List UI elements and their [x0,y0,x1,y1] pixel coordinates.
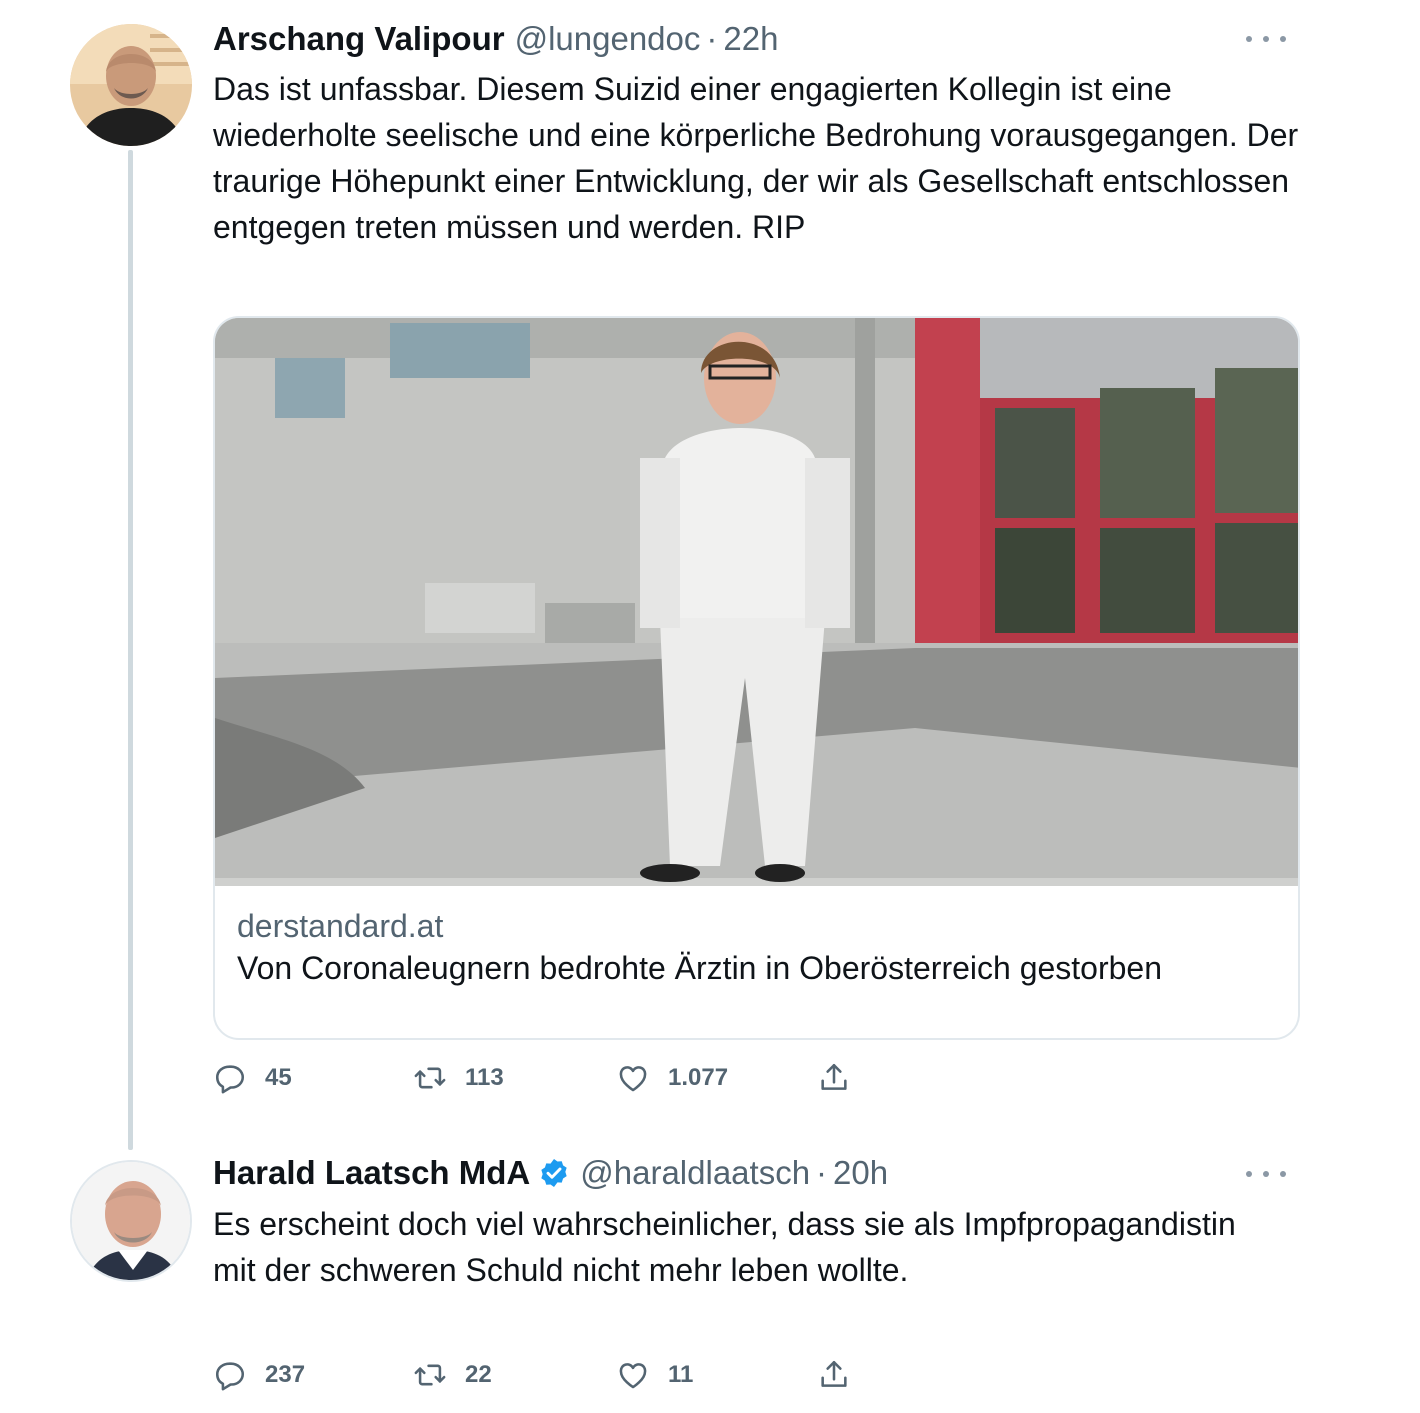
share-icon [821,1360,847,1387]
like-icon [619,1066,647,1092]
reply-count: 45 [265,1064,292,1091]
more-icon[interactable] [1246,1159,1286,1189]
retweet-icon [414,1364,446,1386]
card-title: Von Coronaleugnern bedrohte Ärztin in Ob… [237,950,1163,986]
tweet-text: Das ist unfassbar. Diesem Suizid einer e… [213,71,1299,245]
author-name[interactable]: Harald Laatsch MdA [213,1154,530,1192]
share-button[interactable] [817,1355,851,1395]
like-count: 11 [668,1361,694,1388]
reply-count: 237 [265,1361,306,1388]
tweet-timestamp[interactable]: 20h [833,1154,888,1192]
link-preview-card[interactable]: derstandard.at Von Coronaleugnern bedroh… [213,316,1300,1040]
reply-button[interactable]: 45 [213,1058,292,1098]
like-button[interactable]: 11 [616,1355,693,1395]
separator-dot: · [816,1154,828,1191]
tweet-actions: 45 113 1.077 [213,1058,913,1098]
retweet-count: 113 [465,1064,504,1091]
avatar-arschang-valipour[interactable] [70,24,192,146]
tweet-header: Arschang Valipour @lungendoc · 22h [213,19,778,59]
reply-button[interactable]: 237 [213,1355,305,1395]
reply-icon [215,1362,245,1391]
retweet-icon [414,1067,446,1089]
more-icon[interactable] [1246,24,1286,54]
like-icon [619,1363,647,1389]
author-name[interactable]: Arschang Valipour [213,20,505,58]
like-button[interactable]: 1.077 [616,1058,728,1098]
author-handle[interactable]: @lungendoc [515,20,701,58]
separator-dot: · [706,20,718,57]
card-domain: derstandard.at [237,908,444,944]
avatar-harald-laatsch[interactable] [70,1160,192,1282]
tweet-text: Es erscheint doch viel wahrscheinlicher,… [213,1206,1236,1288]
retweet-count: 22 [465,1361,492,1388]
like-count: 1.077 [668,1064,729,1091]
retweet-button[interactable]: 113 [413,1058,504,1098]
tweet-actions: 237 22 11 [213,1355,913,1395]
share-button[interactable] [817,1058,851,1098]
retweet-button[interactable]: 22 [413,1355,492,1395]
article-photo [215,318,1298,886]
tweet-header: Harald Laatsch MdA @haraldlaatsch · 20h [213,1153,888,1193]
share-icon [821,1063,847,1090]
author-handle[interactable]: @haraldlaatsch [580,1154,810,1192]
reply-icon [215,1065,245,1094]
tweet-timestamp[interactable]: 22h [723,20,778,58]
verified-badge-icon [541,1159,567,1187]
tweet-arschang-valipour[interactable]: Arschang Valipour @lungendoc · 22h Das i… [0,0,1420,1120]
